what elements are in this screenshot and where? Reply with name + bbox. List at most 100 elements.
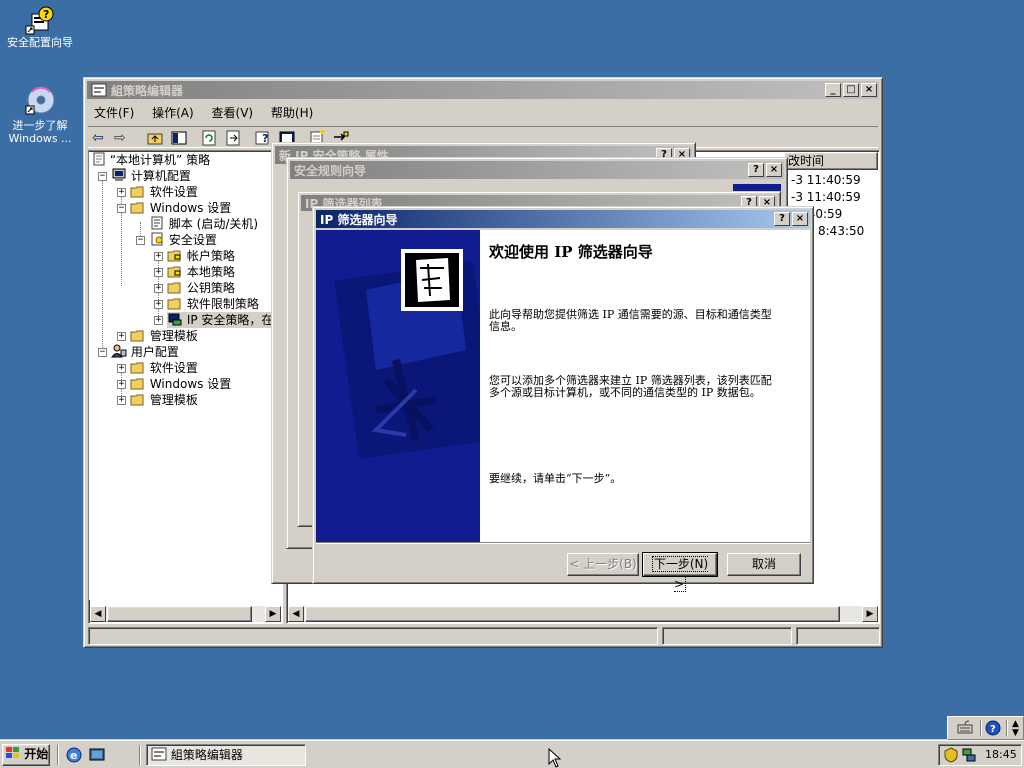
close-button[interactable]: × [792, 212, 808, 226]
scroll-left-arrow[interactable]: ◀ [90, 606, 106, 622]
collapse-toggle[interactable]: − [98, 348, 107, 357]
tree-item-ip-security[interactable]: IP 安全策略，在 [167, 312, 278, 328]
scroll-thumb[interactable] [107, 606, 252, 622]
back-button[interactable]: < 上一步(B) [567, 553, 639, 576]
tree-item-account-policies[interactable]: 帐户策略 [167, 248, 235, 264]
tree-item-admin-templates[interactable]: 管理模板 [130, 328, 198, 344]
folder-icon [130, 330, 144, 342]
tree-item-security-settings[interactable]: 安全设置 [149, 232, 217, 248]
wizard-heading: 欢迎使用 IP 筛选器向导 [489, 243, 653, 261]
status-panel [88, 627, 658, 645]
tree-item-user-windows-settings[interactable]: Windows 设置 [130, 376, 231, 392]
expand-toggle[interactable]: + [117, 188, 126, 197]
rule-wizard-titlebar[interactable]: 安全规则向导 ? × [290, 161, 784, 179]
menu-help[interactable]: 帮助(H) [271, 106, 313, 120]
help-button[interactable]: ? [748, 163, 764, 177]
tree-item-computer-config[interactable]: 计算机配置 [111, 168, 191, 184]
scroll-right-arrow[interactable]: ▶ [862, 606, 878, 622]
help-button[interactable]: ? [774, 212, 790, 226]
show-desktop-icon[interactable] [88, 746, 106, 764]
cancel-button-label: 取消 [751, 557, 776, 571]
folder-icon [130, 362, 144, 374]
system-tray: 18:45 [938, 744, 1022, 766]
list-header-modified[interactable]: 改时间 [784, 152, 878, 170]
tree-hscrollbar[interactable]: ◀ ▶ [90, 606, 281, 622]
refresh-icon[interactable] [200, 129, 218, 147]
security-shield-icon[interactable] [943, 747, 959, 763]
tree-label: 帐户策略 [186, 249, 235, 263]
tree-item-user-config[interactable]: 用户配置 [111, 344, 179, 360]
desktop-icon-learn-windows[interactable]: 进一步了解 Windows ... [0, 84, 80, 145]
collapse-toggle[interactable]: − [117, 204, 126, 213]
expand-toggle[interactable]: + [117, 396, 126, 405]
tree-item-user-admin-templates[interactable]: 管理模板 [130, 392, 198, 408]
tree-item-software-settings[interactable]: 软件设置 [130, 184, 198, 200]
export-list-icon[interactable] [224, 129, 242, 147]
tree-item-public-key-policies[interactable]: 公钥策略 [167, 280, 235, 296]
list-cell: -3 11:40:59 [791, 190, 861, 204]
collapse-toggle[interactable]: − [98, 172, 107, 181]
internet-explorer-icon[interactable]: e [65, 746, 83, 764]
tree-item-windows-settings[interactable]: Windows 设置 [130, 200, 231, 216]
start-button[interactable]: 开始 [2, 744, 50, 766]
tree-item-user-software-settings[interactable]: 软件设置 [130, 360, 198, 376]
close-button[interactable]: × [861, 83, 877, 97]
wizard-titlebar[interactable]: IP 筛选器向导 ? × [316, 210, 810, 228]
tree-root[interactable]: “本地计算机” 策略 [92, 152, 210, 168]
tree-label: 管理模板 [149, 329, 198, 343]
chevron-down-icon[interactable]: ▼ [1012, 728, 1019, 738]
desktop-icon-security-wizard[interactable]: ? 安全配置向导 [0, 4, 80, 49]
clock[interactable]: 18:45 [985, 748, 1017, 761]
mouse-cursor-icon [548, 748, 562, 768]
tree-item-scripts[interactable]: 脚本 (启动/关机) [149, 216, 258, 232]
expand-toggle[interactable]: + [117, 332, 126, 341]
network-icon[interactable] [961, 747, 977, 763]
scroll-right-arrow[interactable]: ▶ [265, 606, 281, 622]
tray-toolbar: ? ▲ ▼ [947, 716, 1024, 740]
list-cell: 8:43:50 [818, 224, 865, 238]
minimize-button[interactable]: _ [825, 83, 841, 97]
back-arrow-icon[interactable]: ⇦ [92, 129, 110, 147]
folder-lock-icon [167, 250, 181, 262]
expand-toggle[interactable]: + [117, 364, 126, 373]
up-folder-icon[interactable] [146, 129, 164, 147]
tree-item-software-restriction[interactable]: 软件限制策略 [167, 296, 259, 312]
gpedit-titlebar[interactable]: 組策略编辑器 _ □ × [87, 81, 879, 99]
next-button[interactable]: 下一步(N) > [642, 552, 718, 592]
help-icon[interactable]: ? [254, 129, 272, 147]
forward-arrow-icon[interactable]: ⇨ [114, 129, 132, 147]
tree-item-local-policies[interactable]: 本地策略 [167, 264, 235, 280]
expand-toggle[interactable]: + [117, 380, 126, 389]
expand-toggle[interactable]: + [154, 300, 163, 309]
collapse-toggle[interactable]: − [136, 236, 145, 245]
expand-toggle[interactable]: + [154, 284, 163, 293]
taskbar: 开始 e 組策略编辑器 18:45 [0, 740, 1024, 768]
menu-view[interactable]: 查看(V) [212, 106, 254, 120]
expand-toggle[interactable]: + [154, 268, 163, 277]
quicklaunch-separator [57, 745, 59, 765]
result-hscrollbar[interactable]: ◀ ▶ [288, 606, 878, 622]
column-header-label: 改时间 [788, 154, 825, 168]
scroll-thumb[interactable] [305, 606, 840, 622]
expand-toggle[interactable]: + [154, 316, 163, 325]
menu-action[interactable]: 操作(A) [152, 106, 194, 120]
policy-document-icon [93, 152, 105, 166]
tree-label: 脚本 (启动/关机) [168, 217, 259, 231]
maximize-button[interactable]: □ [843, 83, 859, 97]
folder-icon [167, 298, 181, 310]
taskbar-button-gpedit[interactable]: 組策略编辑器 [146, 744, 306, 766]
expand-toggle[interactable]: + [154, 252, 163, 261]
help-icon[interactable]: ? [984, 719, 1002, 737]
scroll-left-arrow[interactable]: ◀ [288, 606, 304, 622]
gpedit-task-icon [151, 747, 167, 761]
keyboard-icon[interactable] [956, 719, 974, 737]
show-tree-icon[interactable] [170, 129, 188, 147]
rule-wizard-title: 安全规则向导 [294, 163, 367, 178]
svg-text:e: e [70, 749, 77, 762]
user-icon [111, 344, 127, 358]
cancel-button[interactable]: 取消 [727, 553, 801, 576]
back-button-label: < 上一步(B) [569, 557, 637, 571]
close-button[interactable]: × [766, 163, 782, 177]
menu-file[interactable]: 文件(F) [94, 106, 134, 120]
gpedit-app-icon [91, 83, 107, 97]
